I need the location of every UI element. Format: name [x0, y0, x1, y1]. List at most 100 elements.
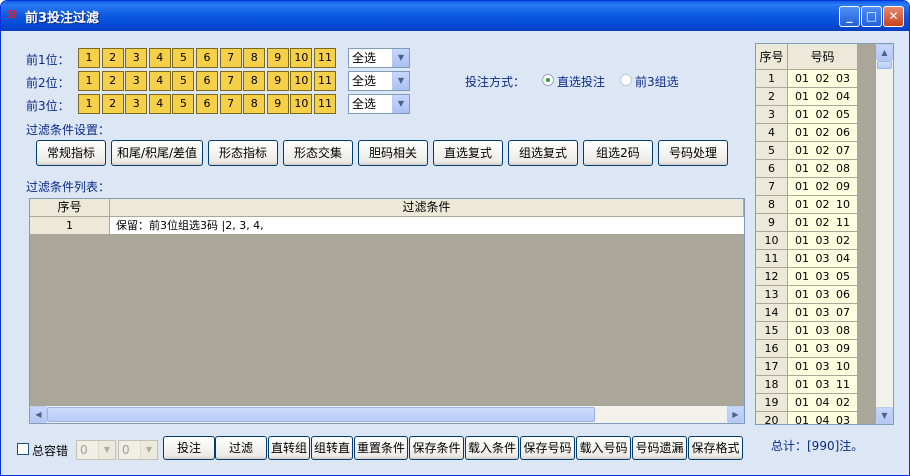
bottom-button-9[interactable]: 载入号码 — [576, 436, 631, 460]
bottom-button-2[interactable]: 过滤 — [215, 436, 267, 460]
horizontal-scrollbar[interactable]: ◀ ▶ — [30, 406, 744, 423]
bottom-button-8[interactable]: 保存号码 — [520, 436, 575, 460]
radio-direct-bet[interactable] — [542, 74, 554, 86]
pos2-number-5[interactable]: 5 — [172, 71, 195, 91]
pos1-number-5[interactable]: 5 — [172, 48, 195, 68]
tolerance-label[interactable]: 总容错 — [32, 442, 68, 459]
filter-button-1[interactable]: 常规指标 — [36, 140, 106, 166]
pos1-number-10[interactable]: 10 — [290, 48, 313, 68]
scroll-down-button[interactable]: ▼ — [876, 407, 893, 424]
bottom-button-5[interactable]: 重置条件 — [354, 436, 408, 460]
bottom-button-4[interactable]: 组转直 — [311, 436, 353, 460]
filter-button-5[interactable]: 胆码相关 — [358, 140, 428, 166]
pos3-number-8[interactable]: 8 — [243, 94, 266, 114]
filter-button-3[interactable]: 形态指标 — [208, 140, 278, 166]
scroll-right-button[interactable]: ▶ — [727, 406, 744, 423]
tolerance-checkbox[interactable] — [17, 443, 29, 455]
table-row[interactable]: 1 保留：前3位组选3码 |2, 3, 4, — [30, 217, 744, 235]
result-row[interactable]: 17 01 03 10 — [756, 358, 859, 376]
filter-list-grid[interactable]: 序号 过滤条件 1 保留：前3位组选3码 |2, 3, 4, ◀ ▶ — [29, 198, 745, 424]
pos2-number-10[interactable]: 10 — [290, 71, 313, 91]
pos1-number-9[interactable]: 9 — [266, 48, 289, 68]
pos3-number-4[interactable]: 4 — [148, 94, 171, 114]
pos1-number-1[interactable]: 1 — [78, 48, 100, 68]
result-row[interactable]: 20 01 04 03 — [756, 412, 859, 424]
pos1-number-8[interactable]: 8 — [243, 48, 266, 68]
pos3-number-6[interactable]: 6 — [196, 94, 218, 114]
result-row[interactable]: 14 01 03 07 — [756, 304, 859, 322]
bottom-button-10[interactable]: 号码遗漏 — [632, 436, 687, 460]
scroll-thumb[interactable] — [47, 407, 595, 422]
pos2-number-8[interactable]: 8 — [243, 71, 266, 91]
close-button[interactable]: ✕ — [883, 6, 904, 27]
result-row[interactable]: 19 01 04 02 — [756, 394, 859, 412]
scroll-up-button[interactable]: ▲ — [876, 44, 893, 61]
result-row[interactable]: 16 01 03 09 — [756, 340, 859, 358]
pos1-number-3[interactable]: 3 — [125, 48, 148, 68]
results-table[interactable]: 序号 号码 1 01 02 03 2 01 02 04 3 01 02 05 4 01 02 … — [755, 43, 894, 425]
maximize-button[interactable]: □ — [861, 6, 882, 27]
pos1-number-7[interactable]: 7 — [219, 48, 242, 68]
pos2-number-9[interactable]: 9 — [266, 71, 289, 91]
position-2-select[interactable]: 全选 ▼ — [348, 71, 410, 91]
pos2-number-11[interactable]: 11 — [314, 71, 336, 91]
pos3-number-11[interactable]: 11 — [314, 94, 336, 114]
result-row[interactable]: 11 01 03 04 — [756, 250, 859, 268]
col-header-index[interactable]: 序号 — [30, 199, 110, 217]
result-row[interactable]: 6 01 02 08 — [756, 160, 859, 178]
pos1-number-6[interactable]: 6 — [196, 48, 218, 68]
filter-button-4[interactable]: 形态交集 — [283, 140, 353, 166]
filter-button-9[interactable]: 号码处理 — [658, 140, 728, 166]
filter-button-8[interactable]: 组选2码 — [583, 140, 653, 166]
result-row[interactable]: 13 01 03 06 — [756, 286, 859, 304]
filter-button-6[interactable]: 直选复式 — [433, 140, 503, 166]
filter-button-7[interactable]: 组选复式 — [508, 140, 578, 166]
pos3-number-5[interactable]: 5 — [172, 94, 195, 114]
pos3-number-9[interactable]: 9 — [266, 94, 289, 114]
pos2-number-4[interactable]: 4 — [148, 71, 171, 91]
result-row[interactable]: 3 01 02 05 — [756, 106, 859, 124]
result-row[interactable]: 18 01 03 11 — [756, 376, 859, 394]
pos2-number-1[interactable]: 1 — [78, 71, 100, 91]
result-row[interactable]: 8 01 02 10 — [756, 196, 859, 214]
col-header-condition[interactable]: 过滤条件 — [110, 199, 744, 217]
position-1-select[interactable]: 全选 ▼ — [348, 48, 410, 68]
title-bar[interactable]: Я 前3投注过滤 _ □ ✕ — [1, 1, 909, 31]
result-row[interactable]: 1 01 02 03 — [756, 70, 859, 88]
pos1-number-4[interactable]: 4 — [148, 48, 171, 68]
result-row[interactable]: 7 01 02 09 — [756, 178, 859, 196]
pos2-number-3[interactable]: 3 — [125, 71, 148, 91]
vertical-scroll-thumb[interactable] — [877, 61, 892, 69]
results-header-index[interactable]: 序号 — [756, 44, 788, 70]
radio-direct-bet-label[interactable]: 直选投注 — [557, 73, 605, 90]
radio-group-bet[interactable] — [620, 74, 632, 86]
results-header-number[interactable]: 号码 — [788, 44, 858, 70]
pos1-number-2[interactable]: 2 — [101, 48, 124, 68]
result-row[interactable]: 10 01 03 02 — [756, 232, 859, 250]
vertical-scrollbar[interactable]: ▲ ▼ — [876, 44, 893, 424]
pos2-number-7[interactable]: 7 — [219, 71, 242, 91]
result-row[interactable]: 12 01 03 05 — [756, 268, 859, 286]
bottom-button-1[interactable]: 投注 — [163, 436, 215, 460]
pos1-number-11[interactable]: 11 — [314, 48, 336, 68]
result-row[interactable]: 5 01 02 07 — [756, 142, 859, 160]
bottom-button-6[interactable]: 保存条件 — [409, 436, 464, 460]
result-row[interactable]: 15 01 03 08 — [756, 322, 859, 340]
filter-button-2[interactable]: 和尾/积尾/差值 — [111, 140, 203, 166]
result-row[interactable]: 9 01 02 11 — [756, 214, 859, 232]
pos3-number-2[interactable]: 2 — [101, 94, 124, 114]
pos2-number-2[interactable]: 2 — [101, 71, 124, 91]
result-row[interactable]: 4 01 02 06 — [756, 124, 859, 142]
pos2-number-6[interactable]: 6 — [196, 71, 218, 91]
pos3-number-3[interactable]: 3 — [125, 94, 148, 114]
bottom-button-11[interactable]: 保存格式 — [688, 436, 743, 460]
position-3-select[interactable]: 全选 ▼ — [348, 94, 410, 114]
result-row[interactable]: 2 01 02 04 — [756, 88, 859, 106]
minimize-button[interactable]: _ — [839, 6, 860, 27]
scroll-left-button[interactable]: ◀ — [30, 406, 47, 423]
pos3-number-10[interactable]: 10 — [290, 94, 313, 114]
pos3-number-1[interactable]: 1 — [78, 94, 100, 114]
bottom-button-7[interactable]: 载入条件 — [465, 436, 519, 460]
bottom-button-3[interactable]: 直转组 — [268, 436, 310, 460]
radio-group-bet-label[interactable]: 前3组选 — [635, 73, 679, 90]
